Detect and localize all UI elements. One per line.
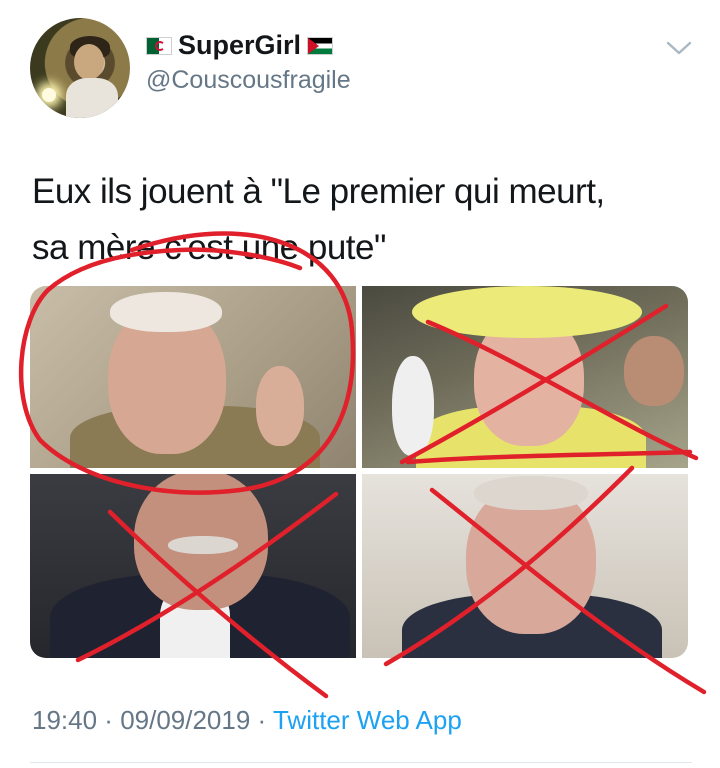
media-grid xyxy=(30,286,688,658)
media-photo[interactable] xyxy=(362,286,688,468)
chevron-down-icon[interactable] xyxy=(664,36,694,60)
photo-hair xyxy=(474,476,588,510)
avatar-light xyxy=(42,88,56,102)
tweet-date[interactable]: 09/09/2019 xyxy=(120,705,250,735)
tweet-time[interactable]: 19:40 xyxy=(32,705,97,735)
avatar-face xyxy=(74,44,104,80)
tweet-source-link[interactable]: Twitter Web App xyxy=(273,705,462,735)
avatar[interactable] xyxy=(30,18,130,118)
palestine-flag-icon xyxy=(307,36,334,55)
photo-hat xyxy=(412,286,642,338)
photo-bystander xyxy=(624,336,684,406)
tweet-text-line: sa mère c'est une pute" xyxy=(32,228,386,267)
user-handle[interactable]: @Couscousfragile xyxy=(146,66,351,95)
photo-hair xyxy=(110,292,222,332)
photo-hand xyxy=(256,366,304,446)
photo-mustache xyxy=(168,536,238,554)
user-name-row[interactable]: SuperGirl xyxy=(146,30,334,61)
media-photo[interactable] xyxy=(362,474,688,658)
divider xyxy=(30,762,692,763)
separator: · xyxy=(97,705,121,735)
display-name[interactable]: SuperGirl xyxy=(178,30,301,61)
media-photo[interactable] xyxy=(30,286,356,468)
separator: · xyxy=(250,705,273,735)
avatar-shirt xyxy=(66,78,118,118)
tweet-text-line: Eux ils jouent à "Le premier qui meurt, xyxy=(32,172,605,211)
tweet-meta: 19:40 · 09/09/2019 · Twitter Web App xyxy=(32,705,462,736)
algeria-flag-icon xyxy=(146,36,172,55)
photo-glove xyxy=(392,356,434,456)
media-photo[interactable] xyxy=(30,474,356,658)
tweet-text: Eux ils jouent à "Le premier qui meurt, … xyxy=(32,164,692,276)
